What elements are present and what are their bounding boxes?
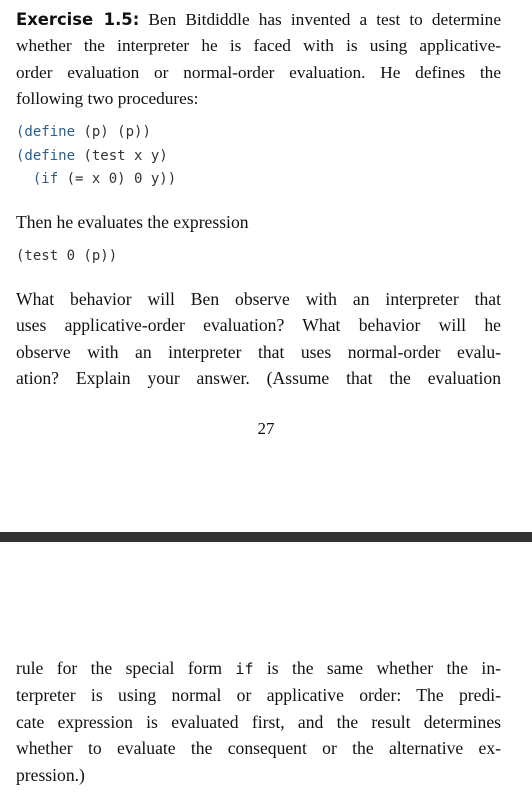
expression-intro-text: Then he evaluates the expression [16,212,249,232]
code-line: (if (= x 0) 0 y)) [32,171,177,187]
code-line: (define (test x y) [16,147,168,164]
text-line: pression.) [16,764,85,785]
exercise-heading: Exercise 1.5: [16,10,140,29]
text-line: Exercise 1.5: Ben Bitdiddle has invented… [16,10,501,29]
continuation-paragraph: rule for the special form if is the same… [16,655,501,788]
text-line: observe with an interpreter that uses no… [16,341,501,362]
page-number: 27 [257,419,275,438]
exercise-intro-paragraph: Exercise 1.5: Ben Bitdiddle has invented… [16,7,501,113]
text-line: What behavior will Ben observe with an i… [16,289,501,309]
question-paragraph: What behavior will Ben observe with an i… [16,286,501,392]
text-line: cate expression is evaluated first, and … [16,711,501,732]
text-line: uses applicative-order evaluation? What … [16,315,501,336]
text-line: order evaluation or normal-order evaluat… [16,62,501,82]
code-block-procedures: (define (p) (p)) (define (test x y) (if (… [16,121,176,192]
page-27: Exercise 1.5: Ben Bitdiddle has invented… [0,0,532,532]
page-28: rule for the special form if is the same… [0,542,532,806]
code-line: (define (p) (p)) [16,124,151,140]
text-line: terpreter is using normal or applicative… [16,685,501,706]
text-line: rule for the special form if is the same… [16,658,501,678]
code-block-expression: (test 0 (p)) [16,248,118,264]
text-line: following two procedures: [16,89,199,109]
text-line: whether to evaluate the consequent or th… [16,738,501,759]
inline-code: if [235,660,254,678]
text-line: whether the interpreter he is faced with… [16,36,501,56]
page-separator [0,532,532,542]
text-line: ation? Explain your answer. (Assume that… [16,368,501,389]
